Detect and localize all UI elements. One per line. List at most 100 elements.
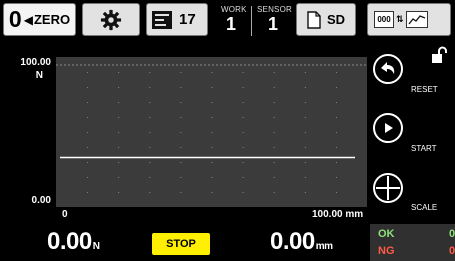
grid-dot xyxy=(211,87,213,88)
grid-dot xyxy=(211,117,213,118)
force-readout: 0.00N xyxy=(47,228,100,256)
grid-dot xyxy=(335,87,337,88)
grid-dot xyxy=(335,72,337,73)
grid-dot xyxy=(87,117,89,118)
grid-dot xyxy=(304,147,306,148)
grid-dot xyxy=(304,102,306,103)
grid-dot xyxy=(180,192,182,193)
grid-dot xyxy=(242,72,244,73)
grid-dot xyxy=(242,147,244,148)
distance-readout: 0.00mm xyxy=(270,228,333,256)
grid-dot xyxy=(211,177,213,178)
grid-dot xyxy=(118,162,120,163)
grid-dot xyxy=(211,132,213,133)
grid-dot xyxy=(335,102,337,103)
grid-dot xyxy=(211,72,213,73)
grid-dot xyxy=(211,147,213,148)
grid-dot xyxy=(335,162,337,163)
grid-dot xyxy=(242,132,244,133)
grid-dot xyxy=(180,117,182,118)
grid-dot xyxy=(211,162,213,163)
ok-count: 0 xyxy=(449,228,455,240)
grid-dot xyxy=(149,72,151,73)
grid-dot xyxy=(87,162,89,163)
grid-dot xyxy=(304,132,306,133)
grid-dot xyxy=(242,162,244,163)
grid-dot xyxy=(87,87,89,88)
grid-dot xyxy=(87,72,89,73)
grid-dot xyxy=(118,192,120,193)
grid-dot xyxy=(242,117,244,118)
reset-button[interactable] xyxy=(373,54,403,84)
grid-dot xyxy=(242,87,244,88)
start-label: START xyxy=(411,144,437,153)
grid-dot xyxy=(242,177,244,178)
grid-dot xyxy=(273,147,275,148)
grid-dot xyxy=(118,177,120,178)
grid-dot xyxy=(304,192,306,193)
ng-count: 0 xyxy=(449,245,455,257)
grid-dot xyxy=(335,177,337,178)
grid-dot xyxy=(149,132,151,133)
judgement-panel: OK 0 NG 0 xyxy=(370,224,455,261)
reset-label: RESET xyxy=(411,85,438,94)
grid-dot xyxy=(87,132,89,133)
grid-dot xyxy=(335,117,337,118)
grid-dot xyxy=(118,102,120,103)
grid-dot xyxy=(118,72,120,73)
grid-dot xyxy=(87,102,89,103)
grid-dot xyxy=(335,192,337,193)
grid-dot xyxy=(149,162,151,163)
grid-dot xyxy=(180,72,182,73)
stop-button[interactable]: STOP xyxy=(152,233,210,255)
grid-dot xyxy=(273,177,275,178)
grid-dot xyxy=(211,192,213,193)
grid-dot xyxy=(211,102,213,103)
grid-dot xyxy=(304,87,306,88)
force-value: 0.00 xyxy=(47,228,92,255)
grid-dot xyxy=(118,117,120,118)
grid-dot xyxy=(273,102,275,103)
grid-dot xyxy=(304,162,306,163)
grid-dot xyxy=(149,192,151,193)
grid-dot xyxy=(335,132,337,133)
grid-dot xyxy=(149,147,151,148)
grid-dot xyxy=(242,192,244,193)
ng-label: NG xyxy=(378,245,395,257)
grid-dot xyxy=(87,147,89,148)
back-arrow-icon xyxy=(381,62,395,74)
grid-dot xyxy=(149,102,151,103)
grid-dot xyxy=(149,117,151,118)
grid-dot xyxy=(273,72,275,73)
grid-dot xyxy=(180,177,182,178)
grid-dot xyxy=(149,177,151,178)
distance-unit: mm xyxy=(315,241,333,252)
plus-icon xyxy=(376,176,400,200)
grid-dot xyxy=(273,132,275,133)
force-unit: N xyxy=(92,241,100,252)
grid-dot xyxy=(304,117,306,118)
play-icon xyxy=(385,123,393,133)
grid-dot xyxy=(273,87,275,88)
grid-dot xyxy=(273,162,275,163)
grid-dot xyxy=(180,102,182,103)
grid-dot xyxy=(273,192,275,193)
start-button[interactable] xyxy=(373,113,403,143)
grid-dot xyxy=(180,147,182,148)
grid-dot xyxy=(87,192,89,193)
distance-value: 0.00 xyxy=(270,228,315,255)
grid-dot xyxy=(180,87,182,88)
scale-button[interactable] xyxy=(373,173,403,203)
grid-dot xyxy=(180,132,182,133)
grid-dot xyxy=(118,147,120,148)
grid-dot xyxy=(87,177,89,178)
grid-dot xyxy=(149,87,151,88)
unlock-icon[interactable] xyxy=(430,46,448,64)
grid-dot xyxy=(335,147,337,148)
ok-label: OK xyxy=(378,228,395,240)
grid-dot xyxy=(304,72,306,73)
grid-dot xyxy=(118,132,120,133)
grid-dot xyxy=(242,102,244,103)
grid-dot xyxy=(118,87,120,88)
scale-label: SCALE xyxy=(411,203,438,212)
